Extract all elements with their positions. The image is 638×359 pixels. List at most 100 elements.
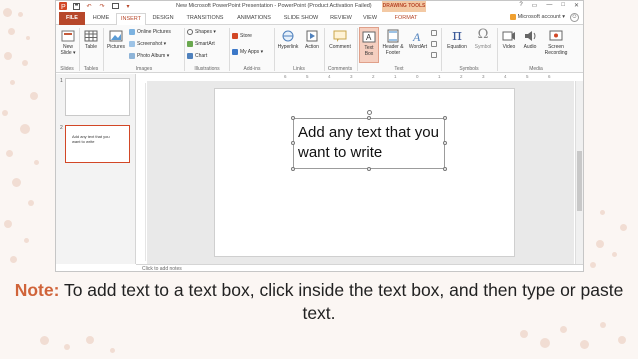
slide-number-1: 1 [60, 78, 63, 84]
tab-transitions[interactable]: TRANSITIONS [182, 13, 228, 25]
wordart-button[interactable]: A WordArt [406, 29, 430, 50]
slide-thumbnail-text: Add any text that you want to write [72, 134, 110, 144]
screenshot-button[interactable]: Screenshot ▾ [129, 41, 166, 47]
feedback-smiley-icon[interactable]: ☺ [570, 13, 579, 22]
header-footer-button[interactable]: Header & Footer [381, 29, 405, 56]
chart-button[interactable]: Chart [187, 53, 207, 59]
tab-slide-show[interactable]: SLIDE SHOW [280, 13, 322, 25]
group-images-label: Images [135, 66, 153, 72]
photo-album-button[interactable]: Photo Album ▾ [129, 53, 169, 59]
account-icon [509, 14, 516, 20]
help-button[interactable]: ? [519, 2, 522, 9]
comment-button[interactable]: Comment [326, 29, 354, 50]
new-slide-button[interactable]: New Slide ▾ [58, 29, 78, 56]
screen-recording-button[interactable]: Screen Recording [541, 29, 571, 56]
audio-button[interactable]: Audio [520, 29, 540, 50]
pictures-button[interactable]: Pictures [105, 29, 127, 50]
document-title: New Microsoft PowerPoint Presentation - … [176, 3, 372, 9]
title-bar: P ↶ ↷ ▾ New Microsoft PowerPoint Present… [56, 1, 583, 12]
equation-button[interactable]: π Equation [443, 27, 471, 50]
ribbon-divider [274, 28, 275, 71]
tab-animations[interactable]: ANIMATIONS [232, 13, 276, 25]
action-label: Action [305, 44, 319, 50]
ruler-tick: 1 [438, 74, 441, 79]
chart-icon [187, 53, 193, 59]
account-menu[interactable]: Microsoft account ▾ [509, 14, 565, 20]
slide-thumbnail-2[interactable]: Add any text that you want to write [65, 125, 130, 163]
resize-handle-right[interactable] [443, 141, 447, 145]
tab-review[interactable]: REVIEW [326, 13, 356, 25]
resize-handle-top[interactable] [367, 116, 371, 120]
insert-ribbon: New Slide ▾ Slides Table Tables Pictures… [56, 25, 583, 73]
header-footer-label: Header & Footer [382, 44, 404, 56]
new-slide-label: New Slide ▾ [60, 44, 76, 56]
caption: Note: To add text to a text box, click i… [0, 279, 638, 325]
ruler-tick: 2 [372, 74, 375, 79]
text-box[interactable]: Add any text that you want to write [291, 110, 447, 171]
my-apps-label: My Apps ▾ [240, 49, 264, 55]
resize-handle-bottom-left[interactable] [291, 167, 295, 171]
smartart-button[interactable]: SmartArt [187, 41, 215, 47]
resize-handle-top-right[interactable] [443, 116, 447, 120]
table-button[interactable]: Table [81, 29, 101, 50]
header-footer-icon [387, 29, 399, 43]
slide-thumbnail-1[interactable] [65, 78, 130, 116]
vertical-scrollbar[interactable] [575, 81, 583, 264]
close-button[interactable]: ✕ [574, 2, 579, 9]
save-icon[interactable] [72, 2, 80, 10]
slide-number-button[interactable] [431, 41, 437, 47]
ribbon-divider [229, 28, 230, 71]
start-from-beginning-icon[interactable] [111, 2, 119, 10]
photo-album-label: Photo Album ▾ [137, 53, 170, 59]
rotate-handle[interactable] [367, 110, 372, 115]
ruler-tick: 5 [526, 74, 529, 79]
ribbon-display-button[interactable]: ▭ [532, 2, 538, 9]
resize-handle-bottom[interactable] [367, 167, 371, 171]
undo-icon[interactable]: ↶ [85, 2, 93, 10]
tab-design[interactable]: DESIGN [148, 13, 178, 25]
my-apps-button[interactable]: My Apps ▾ [232, 49, 263, 55]
text-box-button[interactable]: A Text Box [359, 27, 379, 63]
object-button[interactable] [431, 52, 437, 58]
hyperlink-icon [282, 30, 294, 42]
symbol-button[interactable]: Ω Symbol [472, 27, 494, 50]
tab-home[interactable]: HOME [88, 13, 114, 25]
resize-handle-left[interactable] [291, 141, 295, 145]
hyperlink-button[interactable]: Hyperlink [276, 29, 300, 50]
tab-file[interactable]: FILE [59, 12, 85, 25]
date-time-button[interactable] [431, 30, 437, 36]
store-button[interactable]: Store [232, 33, 252, 39]
table-label: Table [85, 44, 97, 50]
ruler-tick: 3 [482, 74, 485, 79]
video-button[interactable]: Video [499, 29, 519, 50]
drawing-tools-label: DRAWING TOOLS [382, 1, 426, 12]
scrollbar-thumb[interactable] [577, 151, 582, 211]
pi-icon: π [452, 26, 462, 44]
vertical-ruler [141, 83, 146, 261]
notes-pane[interactable]: Click to add notes [136, 264, 583, 271]
hyperlink-label: Hyperlink [277, 44, 299, 50]
resize-handle-top-left[interactable] [291, 116, 295, 120]
group-tables-label: Tables [83, 66, 99, 72]
shapes-button[interactable]: Shapes ▾ [187, 29, 216, 35]
minimize-button[interactable]: — [546, 2, 552, 9]
redo-icon[interactable]: ↷ [98, 2, 106, 10]
maximize-button[interactable]: □ [561, 2, 565, 9]
text-box-content[interactable]: Add any text that you want to write [298, 123, 440, 163]
online-pictures-button[interactable]: Online Pictures [129, 29, 171, 35]
action-button[interactable]: Action [302, 29, 322, 50]
current-slide[interactable]: Add any text that you want to write [214, 88, 515, 257]
tab-format[interactable]: FORMAT [390, 13, 422, 25]
tab-view[interactable]: VIEW [358, 13, 382, 25]
powerpoint-logo-icon: P [59, 2, 67, 10]
text-box-icon: A [362, 31, 376, 43]
account-label: Microsoft account ▾ [517, 14, 565, 20]
slide-number-icon [431, 41, 437, 47]
ruler-tick: 4 [328, 74, 331, 79]
customize-qat-icon[interactable]: ▾ [124, 2, 132, 10]
smartart-icon [187, 41, 193, 47]
comment-icon [333, 30, 347, 42]
ruler-tick: 2 [460, 74, 463, 79]
resize-handle-bottom-right[interactable] [443, 167, 447, 171]
ribbon-divider [103, 28, 104, 71]
